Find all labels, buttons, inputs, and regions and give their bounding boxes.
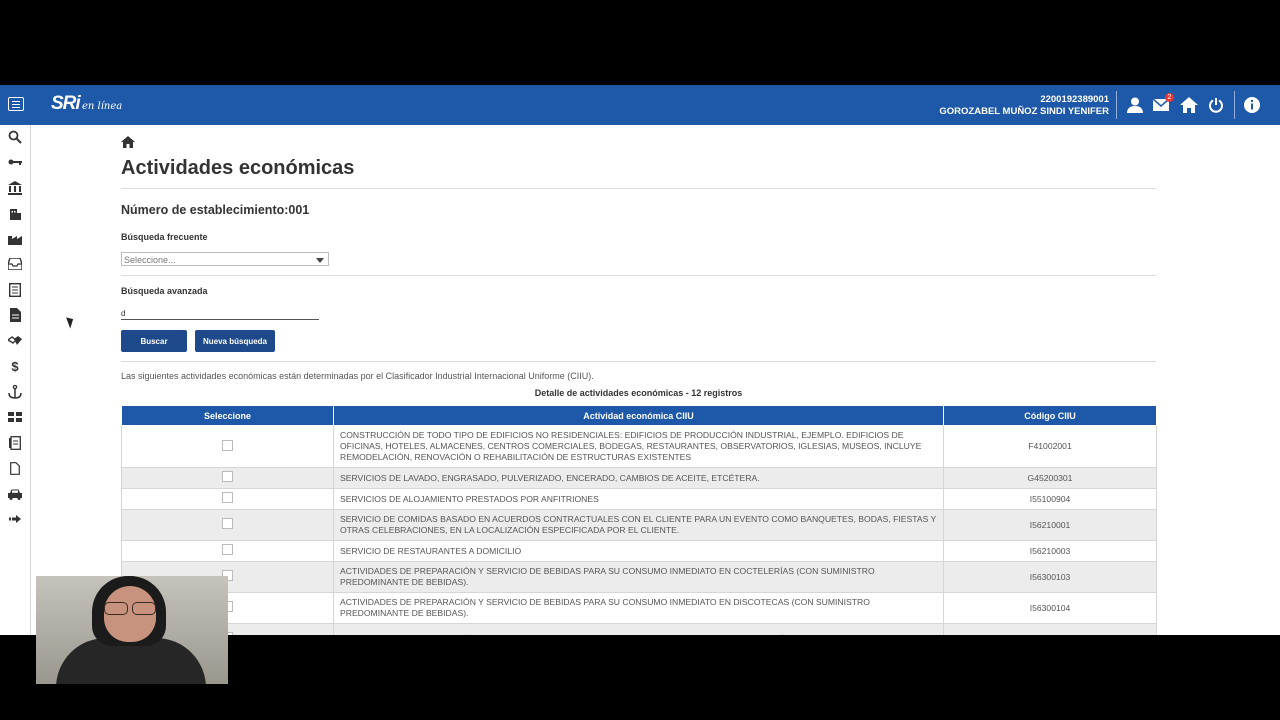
code-cell: I56210001	[943, 509, 1157, 541]
user-id: 2200192389001	[1040, 94, 1109, 105]
home-icon[interactable]	[1179, 95, 1199, 115]
document-list-icon[interactable]	[5, 282, 25, 298]
advanced-search-label: Búsqueda avanzada	[121, 286, 208, 296]
code-cell: I56300103	[943, 561, 1157, 593]
establishment-number: Número de establecimiento:001	[121, 203, 310, 217]
mail-badge: 2	[1165, 93, 1174, 102]
user-info: 2200192389001 GOROZABEL MUÑOZ SINDI YENI…	[939, 94, 1109, 118]
user-profile-icon[interactable]	[1125, 95, 1145, 115]
ciiu-note: Las siguientes actividades económicas es…	[121, 371, 594, 381]
sri-logo[interactable]: SRi	[51, 93, 81, 115]
activity-cell: ACTIVIDADES DE PREPARACIÓN Y SERVICIO DE…	[333, 592, 944, 624]
activity-cell: ACTIVIDADES DE PREPARACIÓN Y SERVICIO DE…	[333, 561, 944, 593]
code-cell: I55100904	[943, 488, 1157, 510]
user-name: GOROZABEL MUÑOZ SINDI YENIFER	[939, 106, 1109, 117]
separator	[1116, 91, 1117, 119]
activity-cell: ACTIVIDADES DE PREPARACIÓN Y SERVICIO DE…	[333, 623, 944, 635]
row-checkbox[interactable]	[222, 439, 233, 451]
bank-icon[interactable]	[5, 180, 25, 196]
browser-viewport: SRi en línea 2200192389001 GOROZABEL MUÑ…	[0, 85, 1280, 635]
table-row: ACTIVIDADES DE PREPARACIÓN Y SERVICIO DE…	[121, 561, 1157, 593]
hamburger-menu-icon[interactable]	[8, 97, 24, 111]
divider	[121, 275, 1156, 276]
table-row: SERVICIOS DE ALOJAMIENTO PRESTADOS POR A…	[121, 488, 1157, 510]
search-button[interactable]: Buscar	[121, 330, 187, 352]
code-cell: G45200301	[943, 467, 1157, 489]
power-icon[interactable]	[1206, 95, 1226, 115]
select-cell	[121, 540, 334, 562]
sri-logo-subtitle: en línea	[82, 101, 123, 112]
frequent-search-label: Búsqueda frecuente	[121, 232, 208, 242]
frequent-search-select[interactable]: Seleccione...	[121, 252, 329, 266]
presenter-glasses	[102, 602, 158, 615]
row-checkbox[interactable]	[222, 471, 233, 482]
advanced-search-input[interactable]	[121, 307, 319, 320]
row-checkbox[interactable]	[222, 544, 233, 555]
frequent-search-select-value: Seleccione...	[124, 255, 176, 265]
sidebar: $	[0, 125, 31, 635]
activity-cell: SERVICIOS DE ALOJAMIENTO PRESTADOS POR A…	[333, 488, 944, 510]
code-cell: I56210003	[943, 540, 1157, 562]
table-row: CONSTRUCCIÓN DE TODO TIPO DE EDIFICIOS N…	[121, 425, 1157, 468]
row-checkbox[interactable]	[222, 518, 233, 529]
page-title: Actividades económicas	[121, 157, 355, 179]
anchor-icon[interactable]	[5, 384, 25, 400]
activity-cell: SERVICIO DE COMIDAS BASADO EN ACUERDOS C…	[333, 509, 944, 541]
select-cell	[121, 467, 334, 489]
table-row: SERVICIO DE COMIDAS BASADO EN ACUERDOS C…	[121, 509, 1157, 541]
new-search-button[interactable]: Nueva búsqueda	[195, 330, 275, 352]
code-cell: F41002001	[943, 425, 1157, 468]
file-icon[interactable]	[5, 460, 25, 476]
document-icon[interactable]	[5, 307, 25, 323]
column-header-code: Código CIIU	[943, 405, 1157, 426]
row-checkbox[interactable]	[222, 492, 233, 503]
table-header-row: Seleccione Actividad económica CIIU Códi…	[121, 405, 1157, 426]
key-icon[interactable]	[5, 154, 25, 170]
id-cards-icon[interactable]	[5, 409, 25, 425]
breadcrumb-home-icon[interactable]	[121, 135, 135, 153]
table-title: Detalle de actividades económicas - 12 r…	[534, 388, 743, 398]
chevron-down-icon	[316, 258, 324, 263]
separator	[1234, 91, 1235, 119]
mouse-cursor	[66, 315, 76, 329]
webcam-overlay	[36, 576, 228, 684]
top-navigation-bar: SRi en línea 2200192389001 GOROZABEL MUÑ…	[0, 85, 1280, 125]
info-icon[interactable]	[1242, 95, 1262, 115]
code-cell	[943, 623, 1157, 635]
handshake-icon[interactable]	[5, 333, 25, 349]
table-row: ACTIVIDADES DE PREPARACIÓN Y SERVICIO DE…	[121, 592, 1157, 624]
exit-icon[interactable]	[5, 511, 25, 527]
select-cell	[121, 509, 334, 541]
table-row: SERVICIOS DE LAVADO, ENGRASADO, PULVERIZ…	[121, 467, 1157, 489]
mail-icon[interactable]: 2	[1152, 93, 1174, 115]
car-icon[interactable]	[5, 486, 25, 502]
select-cell	[121, 488, 334, 510]
activities-table: Seleccione Actividad económica CIIU Códi…	[121, 405, 1157, 635]
select-cell	[121, 425, 334, 468]
activity-cell: SERVICIOS DE LAVADO, ENGRASADO, PULVERIZ…	[333, 467, 944, 489]
table-row: SERVICIO DE RESTAURANTES A DOMICILIO I56…	[121, 540, 1157, 562]
inbox-icon[interactable]	[5, 256, 25, 272]
activity-cell: SERVICIO DE RESTAURANTES A DOMICILIO	[333, 540, 944, 562]
search-icon[interactable]	[5, 129, 25, 145]
divider	[121, 361, 1156, 362]
receipt-icon[interactable]	[5, 435, 25, 451]
building-icon[interactable]	[5, 205, 25, 221]
table-row: ACTIVIDADES DE PREPARACIÓN Y SERVICIO DE…	[121, 623, 1157, 635]
divider	[121, 188, 1156, 189]
activity-cell: CONSTRUCCIÓN DE TODO TIPO DE EDIFICIOS N…	[333, 425, 944, 468]
factory-icon[interactable]	[5, 231, 25, 247]
code-cell: I56300104	[943, 592, 1157, 624]
column-header-activity: Actividad económica CIIU	[333, 405, 944, 426]
column-header-select: Seleccione	[121, 405, 334, 426]
dollar-icon[interactable]: $	[5, 358, 25, 374]
